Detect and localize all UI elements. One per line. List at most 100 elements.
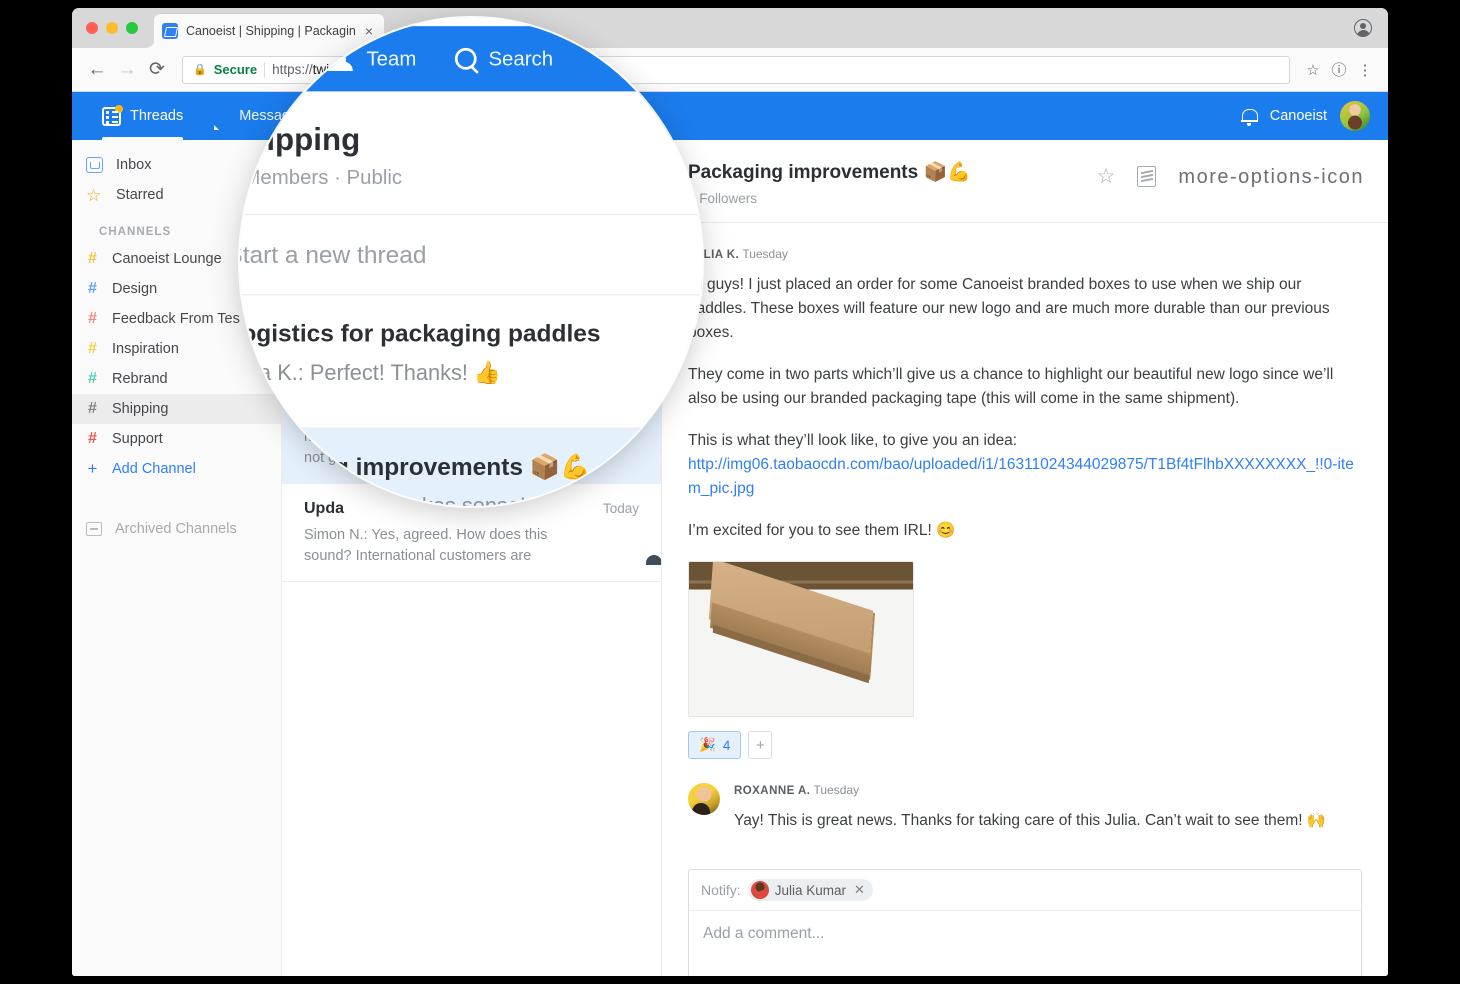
party-popper-icon: 🎉: [699, 737, 716, 753]
nav-item-search-label: Search: [488, 47, 554, 71]
thread-notes-icon[interactable]: [1137, 166, 1157, 187]
comment-composer: Notify: Julia Kumar ✕ Add a comment...: [688, 869, 1362, 976]
forward-button[interactable]: →: [112, 55, 142, 85]
hash-icon: #: [88, 250, 97, 267]
nav-item-threads-label: Threads: [130, 108, 184, 124]
sidebar-item-label: Inspiration: [112, 341, 179, 357]
reaction-count: 4: [722, 737, 731, 753]
nav-item-search-magnified[interactable]: Search: [435, 26, 572, 91]
cardboard-paddle-box-photo[interactable]: [688, 561, 914, 718]
thread-snippet: Julia K.: Perfect! Thanks! 👍: [240, 362, 502, 386]
thread-snippet: Antonia M.: That makes sense! I think th…: [240, 491, 702, 506]
sidebar-item-label: Starred: [116, 187, 164, 203]
hash-icon: #: [88, 310, 97, 327]
magnified-navbar: Team Search: [240, 26, 702, 92]
magnified-channel-header: Shipping 8 Members · Public ⋯: [240, 91, 702, 216]
maximize-window-button[interactable]: [126, 22, 138, 34]
archive-icon: [86, 522, 102, 536]
start-new-thread-placeholder: Start a new thread: [240, 240, 427, 268]
page-info-icon[interactable]: ⓘ: [1326, 57, 1352, 83]
sidebar-item-label: Support: [112, 431, 163, 447]
post-paragraph: Hi guys! I just placed an order for some…: [688, 276, 1330, 342]
post-paragraph: They come in two parts which’ll give us …: [688, 366, 1334, 408]
notification-bell-icon[interactable]: [1240, 108, 1258, 126]
close-icon[interactable]: ✕: [854, 882, 865, 898]
thread-detail-body: JULIA K. Tuesday Hi guys! I just placed …: [662, 223, 1388, 851]
screenshot-root: Canoeist | Shipping | Packagin × ← → ⟳ 🔒…: [0, 0, 1460, 984]
post-paragraph-with-link: This is what they’ll look like, to give …: [688, 429, 1362, 501]
nav-item-team-magnified[interactable]: Team: [308, 26, 435, 91]
plus-icon: +: [87, 459, 98, 478]
notify-chip-label: Julia Kumar: [774, 882, 846, 898]
channel-meta: 8 Members · Public: [240, 166, 403, 190]
add-channel-label: Add Channel: [112, 461, 196, 477]
hash-icon: #: [88, 430, 97, 447]
navbar-right-cluster: Canoeist: [1240, 92, 1370, 140]
star-icon: ☆: [86, 185, 102, 205]
team-name-label[interactable]: Canoeist: [1270, 108, 1327, 124]
add-reaction-button[interactable]: +: [748, 731, 773, 760]
reaction-chip[interactable]: 🎉 4: [688, 731, 742, 760]
minimize-window-button[interactable]: [106, 22, 118, 34]
twist-favicon-icon: [162, 23, 178, 39]
window-traffic-lights[interactable]: [86, 22, 138, 34]
close-window-button[interactable]: [86, 22, 98, 34]
back-button[interactable]: ←: [82, 55, 112, 85]
magnified-start-new-thread-row[interactable]: Start a new thread: [240, 215, 702, 296]
thread-reply: ROXANNE A. Tuesday Yay! This is great ne…: [688, 783, 1362, 851]
search-icon: [454, 47, 477, 70]
sidebar-item-label: Design: [112, 281, 158, 297]
bookmark-star-icon[interactable]: ☆: [1300, 57, 1326, 83]
hash-icon: #: [88, 340, 97, 357]
hash-icon: #: [88, 400, 97, 417]
thread-title: Packaging improvements 📦💪: [240, 453, 591, 481]
magnified-thread-list-item[interactable]: Logistics for packaging paddles Tuesday …: [240, 295, 702, 429]
thread-detail-header: Packaging improvements 📦💪 3 Followers ☆ …: [662, 140, 1388, 223]
browser-menu-icon[interactable]: ⋮: [1352, 57, 1378, 83]
threads-icon: [102, 104, 123, 126]
thread-detail-pane: Packaging improvements 📦💪 3 Followers ☆ …: [662, 140, 1388, 976]
post-time: Tuesday: [742, 247, 788, 261]
team-icon: [327, 52, 354, 71]
magnifier-loupe: Team Search Shipping 8 Members · Public …: [240, 18, 702, 506]
more-options-icon[interactable]: more-options-icon: [1178, 167, 1364, 187]
unread-badge-dot: [115, 104, 123, 113]
magnified-thread-list: Shipping 8 Members · Public ⋯ Start a ne…: [240, 91, 702, 506]
sidebar-item-label: Canoeist Lounge: [112, 251, 222, 267]
notify-label: Notify:: [701, 882, 741, 899]
reply-author: ROXANNE A.: [734, 785, 811, 798]
user-avatar[interactable]: [1340, 101, 1370, 131]
reload-button[interactable]: ⟳: [142, 55, 172, 85]
post-link[interactable]: http://img06.taobaocdn.com/bao/uploaded/…: [688, 456, 1354, 497]
thread-snippet: Simon N.: Yes, agreed. How does this sou…: [304, 527, 548, 565]
hash-icon: #: [88, 370, 97, 387]
magnifier-content: Team Search Shipping 8 Members · Public …: [240, 18, 702, 506]
post-paragraph-text: This is what they’ll look like, to give …: [688, 432, 1018, 450]
post-reactions: 🎉 4 +: [688, 731, 1362, 760]
sidebar-item-label: Archived Channels: [115, 521, 237, 537]
julia-avatar: [750, 881, 769, 900]
roxanne-avatar[interactable]: [688, 783, 720, 816]
post-closing-line: I’m excited for you to see them IRL! 😊: [688, 522, 956, 540]
reply-text: Yay! This is great news. Thanks for taki…: [734, 812, 1327, 830]
inbox-icon: [86, 157, 103, 173]
channel-title: Shipping: [240, 121, 361, 157]
notify-chip[interactable]: Julia Kumar ✕: [747, 879, 873, 902]
star-outline-icon[interactable]: ☆: [1097, 166, 1116, 187]
thread-detail-actions: ☆ more-options-icon: [1097, 166, 1364, 187]
sidebar-item-label: Rebrand: [112, 371, 168, 387]
magnified-thread-list-item[interactable]: Packaging improvements 📦💪 Tuesday Antoni…: [240, 428, 702, 506]
nav-item-team-label: Team: [366, 47, 417, 71]
messages-icon: [211, 107, 230, 126]
hash-icon: #: [88, 280, 97, 297]
post-meta: JULIA K. Tuesday: [688, 247, 1362, 261]
sidebar-item-label: Inbox: [116, 157, 152, 173]
browser-profile-icon[interactable]: [1354, 19, 1372, 37]
reply-meta: ROXANNE A. Tuesday: [734, 783, 1326, 797]
nav-item-threads[interactable]: Threads: [88, 92, 197, 140]
sidebar-item-label: Feedback From Tes: [112, 311, 240, 327]
reply-time: Tuesday: [813, 783, 860, 798]
thread-followers-count: 3 Followers: [688, 191, 758, 206]
sidebar-item-archived-channels[interactable]: Archived Channels: [72, 514, 281, 544]
comment-input[interactable]: Add a comment...: [689, 911, 1361, 976]
